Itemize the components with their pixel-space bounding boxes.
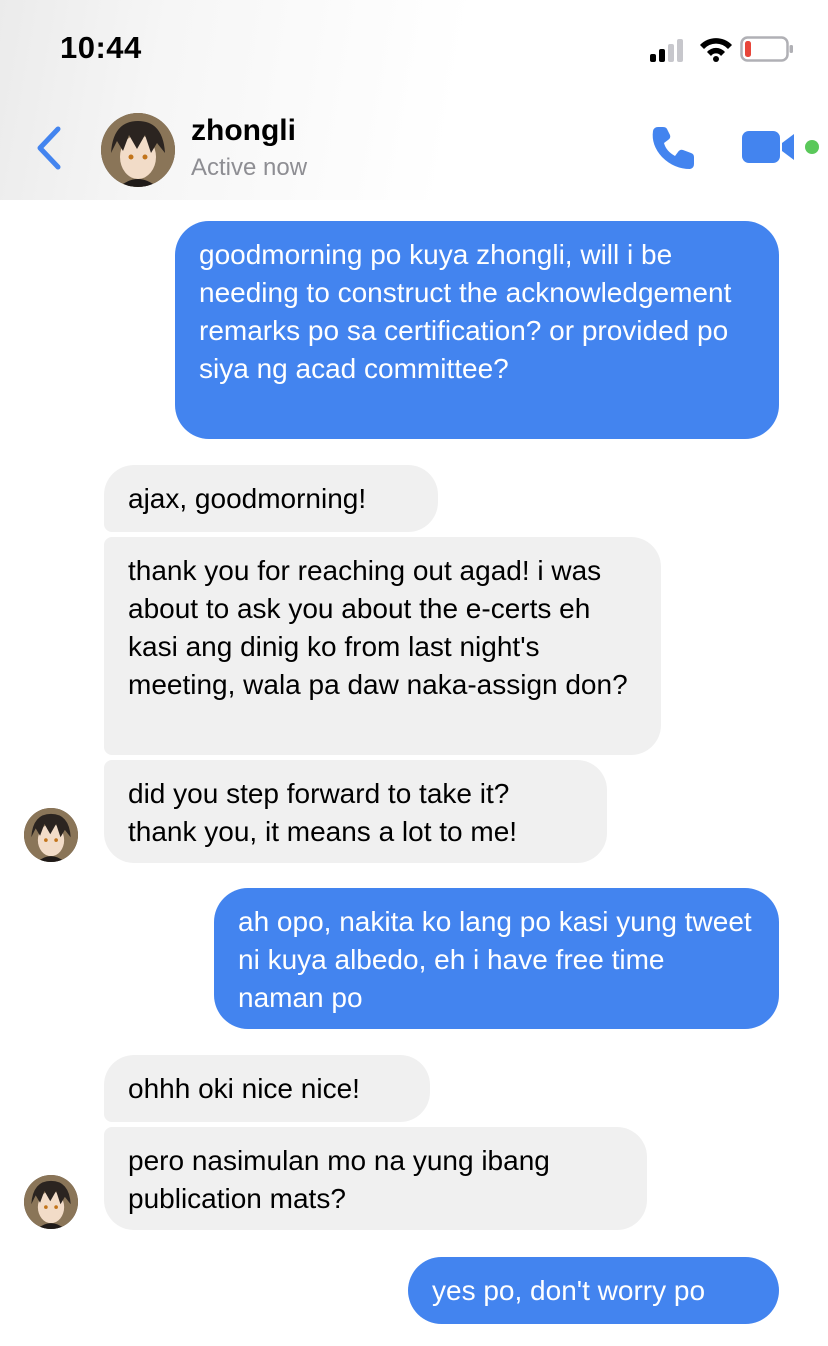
online-status-dot [805,140,819,154]
contact-status: Active now [191,154,308,181]
message-bubble-sent[interactable]: goodmorning po kuya zhongli, will i be n… [175,221,779,439]
status-time: 10:44 [60,30,142,65]
message-bubble-received[interactable]: did you step forward to take it? thank y… [104,760,607,863]
phone-icon [652,127,694,169]
contact-avatar[interactable] [101,113,175,187]
message-bubble-received[interactable]: pero nasimulan mo na yung ibang publicat… [104,1127,647,1230]
status-bar: 10:44 [0,0,828,100]
chevron-left-icon [37,126,61,170]
call-button[interactable] [648,123,698,173]
video-call-button[interactable] [742,128,798,166]
signal-icon [650,38,690,62]
message-bubble-sent[interactable]: yes po, don't worry po [408,1257,779,1324]
back-button[interactable] [30,123,70,173]
battery-icon [740,36,794,62]
message-bubble-received[interactable]: thank you for reaching out agad! i was a… [104,537,661,755]
message-bubble-received[interactable]: ajax, goodmorning! [104,465,438,532]
video-camera-icon [742,131,794,163]
contact-name[interactable]: zhongli [191,114,296,148]
message-bubble-sent[interactable]: ah opo, nakita ko lang po kasi yung twee… [214,888,779,1029]
sender-avatar[interactable] [24,1175,78,1229]
sender-avatar[interactable] [24,808,78,862]
wifi-icon [698,36,734,62]
message-bubble-received[interactable]: ohhh oki nice nice! [104,1055,430,1122]
